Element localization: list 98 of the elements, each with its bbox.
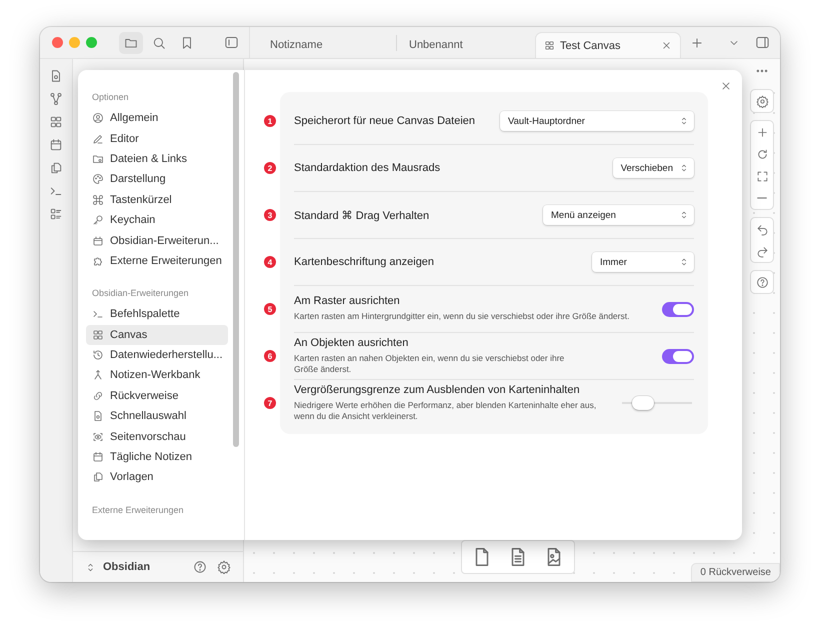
dropdown[interactable]: Immer xyxy=(592,252,694,272)
setting-label: Standard ⌘ Drag Verhalten xyxy=(294,208,430,222)
setting-label: Standardaktion des Mausrads xyxy=(294,162,442,174)
number-badge: 4 xyxy=(264,256,276,268)
settings-nav-item[interactable]: Editor xyxy=(86,128,228,149)
settings-nav-item[interactable]: Rückverweise xyxy=(86,386,228,406)
box-icon xyxy=(92,234,104,247)
settings-nav-item[interactable]: Darstellung xyxy=(86,169,228,190)
sidebar-icon xyxy=(224,35,238,50)
calendar-icon xyxy=(49,138,63,152)
help-icon xyxy=(756,276,768,288)
file-explorer-button[interactable] xyxy=(119,32,143,54)
palette-icon xyxy=(92,173,104,186)
redo-icon xyxy=(756,244,768,258)
dropdown[interactable]: Menü anzeigen xyxy=(543,205,694,225)
settings-nav-item[interactable]: Allgemein xyxy=(86,108,228,128)
setting-label: Kartenbeschriftung anzeigen xyxy=(294,256,436,268)
settings-nav-item[interactable]: Befehlspalette xyxy=(86,304,228,325)
plus-icon xyxy=(690,36,704,50)
settings-nav-item[interactable]: Tägliche Notizen xyxy=(86,446,228,468)
calendar-icon xyxy=(92,451,104,464)
link-icon xyxy=(92,390,104,402)
updown-icon xyxy=(679,210,689,220)
tab[interactable]: Unbenannt xyxy=(401,32,531,58)
toggle-switch[interactable] xyxy=(662,348,694,364)
graph-icon xyxy=(49,92,63,106)
bookmark-icon xyxy=(180,36,194,50)
gear-icon xyxy=(756,94,768,108)
settings-nav-item[interactable]: Keychain xyxy=(86,210,228,230)
eye-icon xyxy=(92,430,104,443)
settings-nav-item[interactable]: Externe Erweiterungen xyxy=(86,250,228,272)
settings-nav-item[interactable]: Schnellauswahl xyxy=(86,406,228,426)
setting-label: Speicherort für neue Canvas Dateien xyxy=(294,115,476,127)
number-badge: 7 xyxy=(264,397,276,409)
gear-icon xyxy=(217,560,231,574)
number-badge: 3 xyxy=(264,209,276,221)
copy-icon xyxy=(49,160,63,174)
number-badge: 5 xyxy=(264,303,276,315)
canvas-icon xyxy=(49,114,63,128)
undo-icon xyxy=(756,222,768,236)
settings-nav-item[interactable]: Vorlagen xyxy=(86,467,228,488)
setting-label: Am Raster ausrichten xyxy=(294,295,401,308)
section-heading: Optionen xyxy=(91,92,130,104)
toggle-switch[interactable] xyxy=(662,302,694,316)
close-icon[interactable] xyxy=(661,40,672,51)
settings-nav-item[interactable]: Notizen-Werkbank xyxy=(86,365,228,386)
puzzle-icon xyxy=(92,254,104,267)
refresh-icon xyxy=(756,148,768,160)
canvas-icon xyxy=(544,40,555,51)
setting-description: Niedrigere Werte erhöhen die Performanz, aber blenden Karteninhalte eher aus, wenn du die Ansicht verkleinerst. xyxy=(294,400,598,422)
settings-nav-item[interactable]: Dateien & Links xyxy=(86,148,228,170)
file-search-icon xyxy=(92,410,104,422)
setting-description: Karten rasten an nahen Objekten ein, wenn du sie verschiebst oder ihre Größe änderst. xyxy=(294,352,566,376)
canvas-icon xyxy=(92,328,104,341)
settings-nav-item[interactable]: Datenwiederherstellu... xyxy=(86,344,228,366)
tab[interactable]: Notizname xyxy=(262,32,392,58)
file-search-icon xyxy=(49,68,63,82)
close-window-button[interactable] xyxy=(52,37,63,48)
search-icon xyxy=(152,36,166,50)
slider-thumb[interactable] xyxy=(632,396,654,410)
setting-description: Karten rasten am Hintergrundgitter ein, wenn du sie verschiebst oder ihre Größe änderst. xyxy=(294,311,630,323)
settings-nav-item[interactable]: Canvas xyxy=(86,324,228,345)
tab[interactable]: Test Canvas xyxy=(535,32,681,58)
updown-icon xyxy=(679,116,689,126)
fit-icon xyxy=(756,170,768,182)
terminal-icon xyxy=(92,308,104,320)
settings-nav-item[interactable]: Tastenkürzel xyxy=(86,190,228,210)
scrollbar[interactable] xyxy=(233,72,239,447)
vault-switcher[interactable]: Obsidian xyxy=(85,561,150,573)
plus-icon xyxy=(756,126,768,138)
user-circle-icon xyxy=(92,112,104,124)
number-badge: 1 xyxy=(264,115,276,127)
help-icon xyxy=(193,560,207,574)
setting-label: Vergrößerungsgrenze zum Ausblenden von Karteninhalten xyxy=(294,384,581,396)
folder-icon xyxy=(92,152,104,165)
updown-icon xyxy=(679,257,689,267)
settings-nav-item[interactable]: Seitenvorschau xyxy=(86,426,228,447)
close-icon xyxy=(720,80,732,92)
status-item: 0 Rückverweise xyxy=(691,563,780,582)
number-badge: 2 xyxy=(264,162,276,174)
history-icon xyxy=(92,349,104,362)
dropdown[interactable]: Verschieben xyxy=(612,158,694,178)
setting-label: An Objekten ausrichten xyxy=(294,336,410,349)
settings-button[interactable] xyxy=(215,558,233,576)
command-key-icon xyxy=(92,194,104,206)
copy-icon xyxy=(92,471,104,484)
list-icon xyxy=(49,206,63,220)
section-heading: Obsidian-Erweiterungen xyxy=(91,288,190,300)
settings-nav-item[interactable]: Obsidian-Erweiterun... xyxy=(86,230,228,251)
key-icon xyxy=(92,214,104,226)
updown-icon xyxy=(679,163,689,173)
fork-icon xyxy=(92,369,104,382)
pencil-icon xyxy=(92,132,104,145)
sidebar-icon xyxy=(754,35,770,50)
number-badge: 6 xyxy=(264,350,276,362)
dropdown[interactable]: Vault-Hauptordner xyxy=(500,111,694,131)
minus-icon xyxy=(757,197,767,199)
section-heading: Externe Erweiterungen xyxy=(91,504,185,517)
